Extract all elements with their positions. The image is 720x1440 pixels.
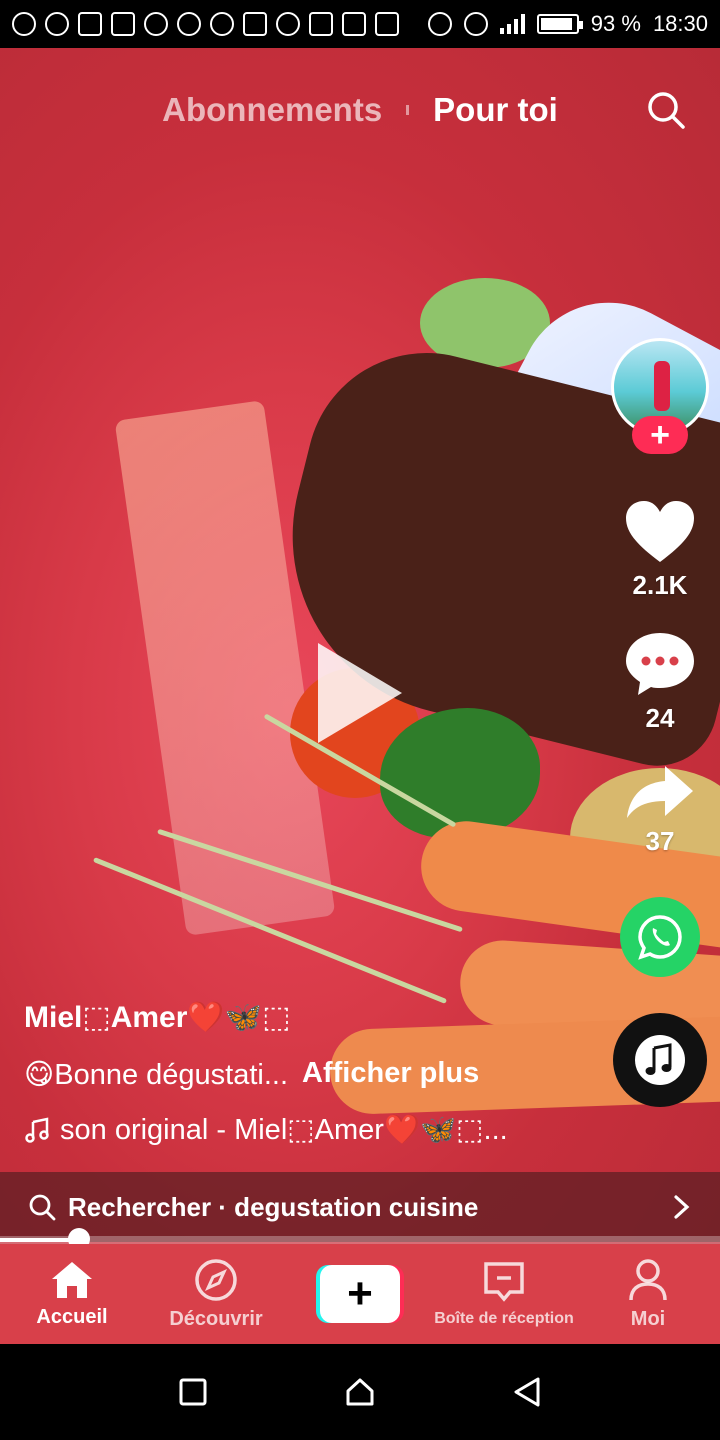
video-progress[interactable] bbox=[0, 1228, 720, 1250]
follow-button[interactable]: + bbox=[632, 416, 688, 454]
alarm-icon bbox=[463, 12, 488, 36]
search-icon[interactable] bbox=[646, 90, 686, 130]
person-icon bbox=[629, 1258, 667, 1300]
description: 😋Bonne dégustati... Afficher plus bbox=[24, 1057, 584, 1092]
image-icon bbox=[342, 12, 366, 36]
system-nav-bar bbox=[0, 1344, 720, 1440]
comment-button[interactable]: 24 bbox=[624, 631, 696, 734]
inbox-icon bbox=[484, 1262, 524, 1302]
related-search-bar[interactable]: Rechercher · degustation cuisine bbox=[0, 1172, 720, 1242]
back-icon[interactable] bbox=[512, 1376, 542, 1408]
video-caption: Miel⬚Amer❤️🦋⬚ 😋Bonne dégustati... Affich… bbox=[24, 1000, 584, 1147]
notification-icons bbox=[12, 12, 399, 36]
sound-title: son original - Miel⬚Amer❤️🦋⬚... bbox=[60, 1114, 508, 1146]
battery-percent: 93 % bbox=[590, 11, 641, 36]
home-icon bbox=[52, 1261, 92, 1298]
music-note-icon bbox=[635, 1035, 685, 1085]
show-more-link[interactable]: Afficher plus bbox=[302, 1057, 479, 1092]
like-count: 2.1K bbox=[632, 570, 688, 600]
related-search-text: Rechercher · degustation cuisine bbox=[68, 1191, 479, 1222]
share-icon bbox=[627, 766, 693, 818]
signal-icon bbox=[499, 14, 525, 34]
sound-link[interactable]: son original - Miel⬚Amer❤️🦋⬚... bbox=[24, 1112, 584, 1147]
bottom-tab-bar: Accueil Découvrir + Boîte de réception M… bbox=[0, 1244, 720, 1344]
tab-home-label: Accueil bbox=[36, 1305, 108, 1328]
data-saver-icon bbox=[427, 12, 452, 36]
top-nav: Abonnements Pour toi bbox=[0, 80, 720, 140]
whatsapp-share-button[interactable] bbox=[620, 897, 700, 977]
chat-bubble-icon bbox=[45, 12, 69, 36]
calendar-icon bbox=[375, 12, 399, 36]
compass-icon bbox=[195, 1258, 237, 1301]
tab-discover-label: Découvrir bbox=[169, 1307, 263, 1330]
tab-profile[interactable]: Moi bbox=[576, 1258, 720, 1331]
tab-following[interactable]: Abonnements bbox=[162, 91, 382, 129]
play-icon[interactable] bbox=[318, 643, 402, 743]
gift-icon bbox=[78, 12, 102, 36]
home-system-icon[interactable] bbox=[344, 1376, 376, 1408]
tab-for-you[interactable]: Pour toi bbox=[433, 91, 558, 129]
alarm-icon bbox=[177, 12, 201, 36]
like-button[interactable]: 2.1K bbox=[624, 500, 696, 601]
tab-inbox[interactable]: Boîte de réception bbox=[432, 1260, 576, 1328]
battery-saver-icon bbox=[243, 12, 267, 36]
create-button[interactable]: + bbox=[316, 1265, 404, 1323]
telegram-icon bbox=[276, 12, 300, 36]
battery-icon bbox=[536, 14, 583, 34]
comment-count: 24 bbox=[645, 703, 675, 733]
whatsapp-icon bbox=[210, 12, 234, 36]
tab-discover[interactable]: Découvrir bbox=[144, 1258, 288, 1331]
share-count: 37 bbox=[645, 826, 675, 856]
status-bar: 93 % 18:30 bbox=[0, 0, 720, 48]
action-rail: + 2.1K 24 37 bbox=[610, 338, 710, 1107]
description-text: 😋Bonne dégustati... bbox=[24, 1059, 289, 1091]
tab-separator bbox=[406, 105, 410, 115]
username[interactable]: Miel⬚Amer❤️🦋⬚ bbox=[24, 1000, 584, 1035]
tab-home[interactable]: Accueil bbox=[0, 1260, 144, 1329]
cart-icon bbox=[111, 12, 135, 36]
comment-icon bbox=[626, 633, 694, 695]
chevron-right-icon bbox=[674, 1195, 690, 1219]
search-icon bbox=[29, 1194, 56, 1221]
recent-apps-icon[interactable] bbox=[178, 1377, 208, 1407]
clock: 18:30 bbox=[652, 11, 708, 36]
music-disc[interactable] bbox=[613, 1013, 707, 1107]
chat-icon bbox=[12, 12, 36, 36]
share-button[interactable]: 37 bbox=[625, 764, 695, 857]
heart-icon bbox=[626, 501, 694, 562]
tab-inbox-label: Boîte de réception bbox=[434, 1310, 574, 1327]
tab-create[interactable]: + bbox=[288, 1265, 432, 1323]
chrome-icon bbox=[144, 12, 168, 36]
whatsapp-icon bbox=[638, 915, 682, 960]
download-icon bbox=[309, 12, 333, 36]
plus-icon: + bbox=[320, 1265, 400, 1323]
music-note-icon bbox=[25, 1116, 49, 1143]
tab-profile-label: Moi bbox=[630, 1307, 666, 1330]
